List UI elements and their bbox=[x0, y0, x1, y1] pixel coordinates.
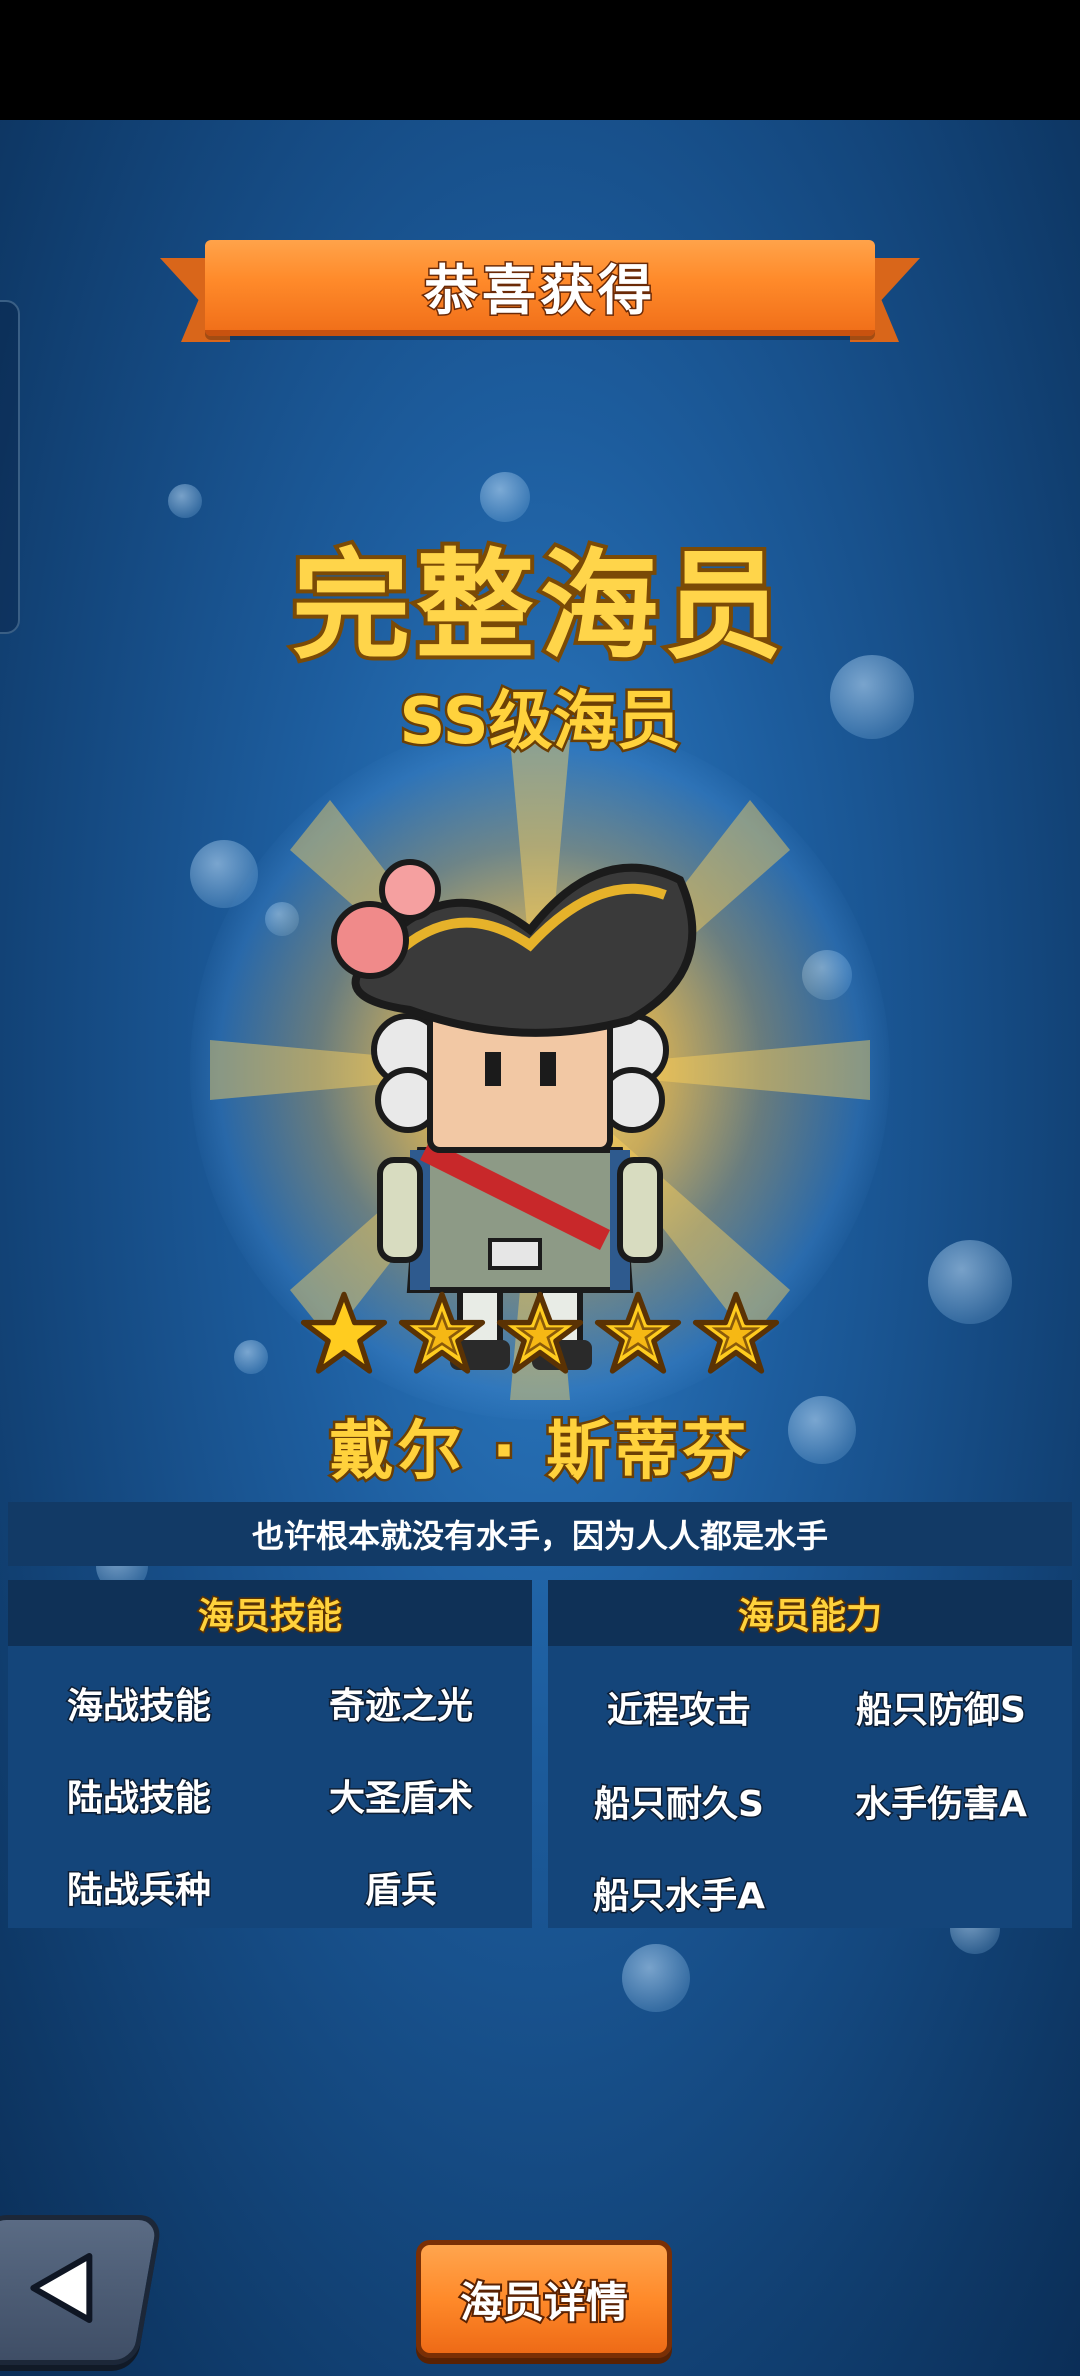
banner-main: 恭喜获得 bbox=[205, 240, 875, 336]
bubble bbox=[928, 1240, 1012, 1324]
naval-skill-value: 奇迹之光 bbox=[327, 1685, 474, 1729]
star-icon bbox=[594, 1291, 682, 1374]
land-unit-value: 盾兵 bbox=[363, 1869, 438, 1913]
back-button[interactable] bbox=[0, 2215, 164, 2365]
crew-details-button[interactable]: 海员详情 bbox=[416, 2240, 672, 2358]
crew-details-label: 海员详情 bbox=[458, 2276, 630, 2329]
back-arrow-icon bbox=[30, 2253, 93, 2323]
star-icon bbox=[398, 1291, 486, 1374]
skills-header: 海员技能 bbox=[8, 1580, 532, 1646]
ability-item: 船只水手A bbox=[592, 1875, 767, 1919]
skills-panel: 海员技能 海战技能 奇迹之光 陆战技能 大圣盾术 陆战兵种 盾兵 bbox=[8, 1580, 532, 1928]
naval-skill-label: 海战技能 bbox=[65, 1685, 212, 1729]
land-unit-label: 陆战兵种 bbox=[65, 1869, 212, 1913]
crew-name: 戴尔 · 斯蒂芬 bbox=[327, 1413, 751, 1492]
ability-item: 船只耐久S bbox=[593, 1783, 766, 1827]
status-bar bbox=[0, 0, 1080, 120]
crew-quote: 也许根本就没有水手，因为人人都是水手 bbox=[251, 1517, 828, 1555]
abilities-panel: 海员能力 近程攻击 船只防御S 船只耐久S 水手伤害A 船只水手A bbox=[548, 1580, 1072, 1928]
ability-item: 水手伤害A bbox=[854, 1783, 1029, 1827]
rarity-title: 完整海员 bbox=[288, 533, 788, 679]
ability-item: 近程攻击 bbox=[605, 1689, 752, 1733]
banner-title: 恭喜获得 bbox=[423, 257, 656, 323]
star-icon bbox=[300, 1291, 388, 1374]
star-rating bbox=[300, 1290, 790, 1390]
abilities-header: 海员能力 bbox=[548, 1580, 1072, 1646]
star-icon bbox=[692, 1291, 780, 1374]
ability-item: 船只防御S bbox=[855, 1689, 1028, 1733]
title-banner: 恭喜获得 bbox=[160, 230, 920, 350]
land-skill-label: 陆战技能 bbox=[65, 1777, 212, 1821]
land-skill-value: 大圣盾术 bbox=[327, 1777, 474, 1821]
reward-screen: 恭喜获得 完整海员 SS级海员 戴尔 · 斯蒂芬 也许根本就没有水手，因为人人都… bbox=[0, 120, 1080, 2376]
bubble bbox=[622, 1944, 690, 2012]
star-icon bbox=[496, 1291, 584, 1374]
quote-bar: 也许根本就没有水手，因为人人都是水手 bbox=[8, 1502, 1072, 1566]
grade-label: SS级海员 bbox=[397, 683, 683, 762]
